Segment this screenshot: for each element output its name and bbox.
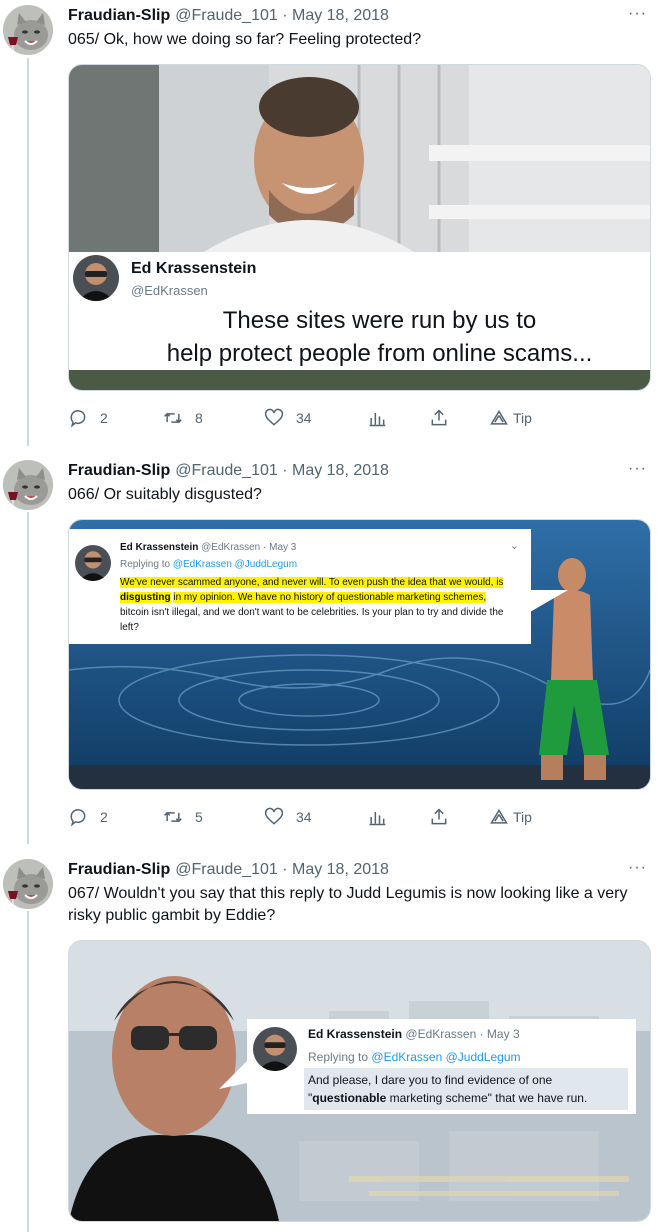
tip-label: Tip bbox=[513, 809, 532, 825]
body-pre: And please, I dare you to find evidence … bbox=[308, 1073, 553, 1087]
more-options-icon[interactable]: ··· bbox=[628, 5, 647, 23]
embedded-reply-card: Ed Krassenstein @EdKrassen · May 3 Reply… bbox=[247, 1019, 636, 1114]
speech-pointer bbox=[530, 590, 568, 612]
replying-to-link: @EdKrassen @JuddLegum bbox=[172, 559, 298, 570]
cat-avatar-icon bbox=[3, 460, 53, 510]
tweet-image[interactable]: Ed Krassenstein @EdKrassen · May 3 Reply… bbox=[68, 940, 651, 1222]
body-post: marketing scheme" that we have run. bbox=[386, 1091, 588, 1105]
speech-pointer bbox=[219, 1061, 247, 1089]
embedded-tweet-card: Ed Krassenstein @EdKrassen These sites w… bbox=[69, 252, 650, 370]
embed-meta: @EdKrassen · May 3 bbox=[201, 542, 297, 553]
bold-word: disgusting bbox=[120, 592, 171, 603]
embed-header: Ed Krassenstein @EdKrassen · May 3 bbox=[120, 542, 296, 553]
replying-to-link: @EdKrassen @JuddLegum bbox=[371, 1050, 521, 1064]
author-name[interactable]: Fraudian-Slip bbox=[68, 861, 170, 879]
avatar[interactable] bbox=[3, 460, 53, 510]
body-rest: bitcoin isn't illegal, and we don't want… bbox=[120, 607, 504, 633]
embed-meta: @EdKrassen · May 3 bbox=[405, 1027, 520, 1041]
embed-quote-line-1: These sites were run by us to bbox=[222, 307, 537, 334]
tip-icon bbox=[490, 409, 508, 425]
like-count: 34 bbox=[296, 410, 312, 426]
tweet-065[interactable]: Fraudian-Slip @Fraude_101 · May 18, 2018… bbox=[0, 5, 663, 445]
reply-icon bbox=[70, 809, 86, 827]
chevron-down-icon: ⌄ bbox=[509, 540, 519, 552]
embed-avatar bbox=[253, 1027, 297, 1071]
tip-button[interactable]: Tip bbox=[489, 408, 532, 428]
cat-avatar-icon bbox=[3, 859, 53, 909]
more-options-icon[interactable]: ··· bbox=[628, 460, 647, 478]
reply-button[interactable]: 2 bbox=[68, 807, 163, 827]
highlight-1: We've never scammed anyone, and never wi… bbox=[120, 577, 504, 588]
author-name[interactable]: Fraudian-Slip bbox=[68, 462, 170, 480]
tip-label: Tip bbox=[513, 410, 532, 426]
tweet-actions: 2 5 34 Tip bbox=[68, 805, 588, 829]
tip-icon bbox=[490, 808, 508, 824]
tweet-actions: 2 8 34 Tip bbox=[68, 406, 588, 430]
embed-body: And please, I dare you to find evidence … bbox=[304, 1068, 628, 1110]
author-handle-date[interactable]: @Fraude_101 · May 18, 2018 bbox=[175, 861, 389, 879]
share-icon bbox=[431, 808, 447, 825]
embed-quote-line-2: help protect people from online scams... bbox=[166, 340, 593, 367]
tweet-067[interactable]: Fraudian-Slip @Fraude_101 · May 18, 2018… bbox=[0, 859, 663, 1232]
author-handle-date[interactable]: @Fraude_101 · May 18, 2018 bbox=[175, 462, 389, 480]
replying-prefix: Replying to bbox=[120, 559, 171, 570]
share-icon bbox=[431, 409, 447, 426]
like-button[interactable]: 34 bbox=[264, 408, 367, 428]
analytics-icon bbox=[369, 413, 386, 427]
analytics-button[interactable] bbox=[367, 807, 429, 827]
heart-icon bbox=[264, 408, 284, 426]
embed-name: Ed Krassenstein bbox=[308, 1027, 403, 1041]
tweet-text: 067/ Wouldn't you say that this reply to… bbox=[68, 885, 628, 924]
tweet-image[interactable]: Ed Krassenstein @EdKrassen These sites w… bbox=[68, 64, 651, 391]
analytics-button[interactable] bbox=[367, 408, 429, 428]
reply-icon bbox=[70, 410, 86, 428]
analytics-icon bbox=[369, 812, 386, 826]
embed-header: Ed Krassenstein @EdKrassen · May 3 bbox=[308, 1027, 520, 1041]
heart-icon bbox=[264, 807, 284, 825]
tip-button[interactable]: Tip bbox=[489, 807, 532, 827]
more-options-icon[interactable]: ··· bbox=[628, 859, 647, 877]
author-handle-date[interactable]: @Fraude_101 · May 18, 2018 bbox=[175, 7, 389, 25]
reply-button[interactable]: 2 bbox=[68, 408, 163, 428]
tweet-text: 065/ Ok, how we doing so far? Feeling pr… bbox=[68, 31, 422, 48]
author-name[interactable]: Fraudian-Slip bbox=[68, 7, 170, 25]
replying-prefix: Replying to bbox=[308, 1050, 369, 1064]
retweet-icon bbox=[164, 811, 182, 823]
retweet-button[interactable]: 8 bbox=[163, 408, 264, 428]
share-button[interactable] bbox=[429, 807, 489, 827]
highlight-2: in my opinion. We have no history of que… bbox=[173, 592, 487, 603]
like-count: 34 bbox=[296, 809, 312, 825]
embed-handle: @EdKrassen bbox=[131, 283, 208, 298]
cat-avatar-icon bbox=[3, 5, 53, 55]
retweet-count: 8 bbox=[195, 410, 203, 426]
bold-word: questionable bbox=[312, 1091, 387, 1105]
tweet-066[interactable]: Fraudian-Slip @Fraude_101 · May 18, 2018… bbox=[0, 460, 663, 840]
embed-avatar bbox=[73, 255, 119, 301]
embed-replying: Replying to @EdKrassen @JuddLegum bbox=[120, 559, 297, 570]
embed-body: We've never scammed anyone, and never wi… bbox=[120, 575, 505, 635]
tweet-text: 066/ Or suitably disgusted? bbox=[68, 486, 262, 503]
like-button[interactable]: 34 bbox=[264, 807, 367, 827]
embed-avatar bbox=[75, 545, 111, 581]
avatar[interactable] bbox=[3, 859, 53, 909]
embed-replying: Replying to @EdKrassen @JuddLegum bbox=[308, 1050, 521, 1064]
avatar[interactable] bbox=[3, 5, 53, 55]
embed-name: Ed Krassenstein bbox=[131, 260, 257, 277]
retweet-count: 5 bbox=[195, 809, 203, 825]
retweet-icon bbox=[164, 412, 182, 424]
share-button[interactable] bbox=[429, 408, 489, 428]
embedded-reply-card: Ed Krassenstein @EdKrassen · May 3 ⌄ Rep… bbox=[69, 529, 531, 644]
embed-name: Ed Krassenstein bbox=[120, 542, 199, 553]
retweet-button[interactable]: 5 bbox=[163, 807, 264, 827]
reply-count: 2 bbox=[100, 410, 108, 426]
reply-count: 2 bbox=[100, 809, 108, 825]
tweet-image[interactable]: Ed Krassenstein @EdKrassen · May 3 ⌄ Rep… bbox=[68, 519, 651, 790]
